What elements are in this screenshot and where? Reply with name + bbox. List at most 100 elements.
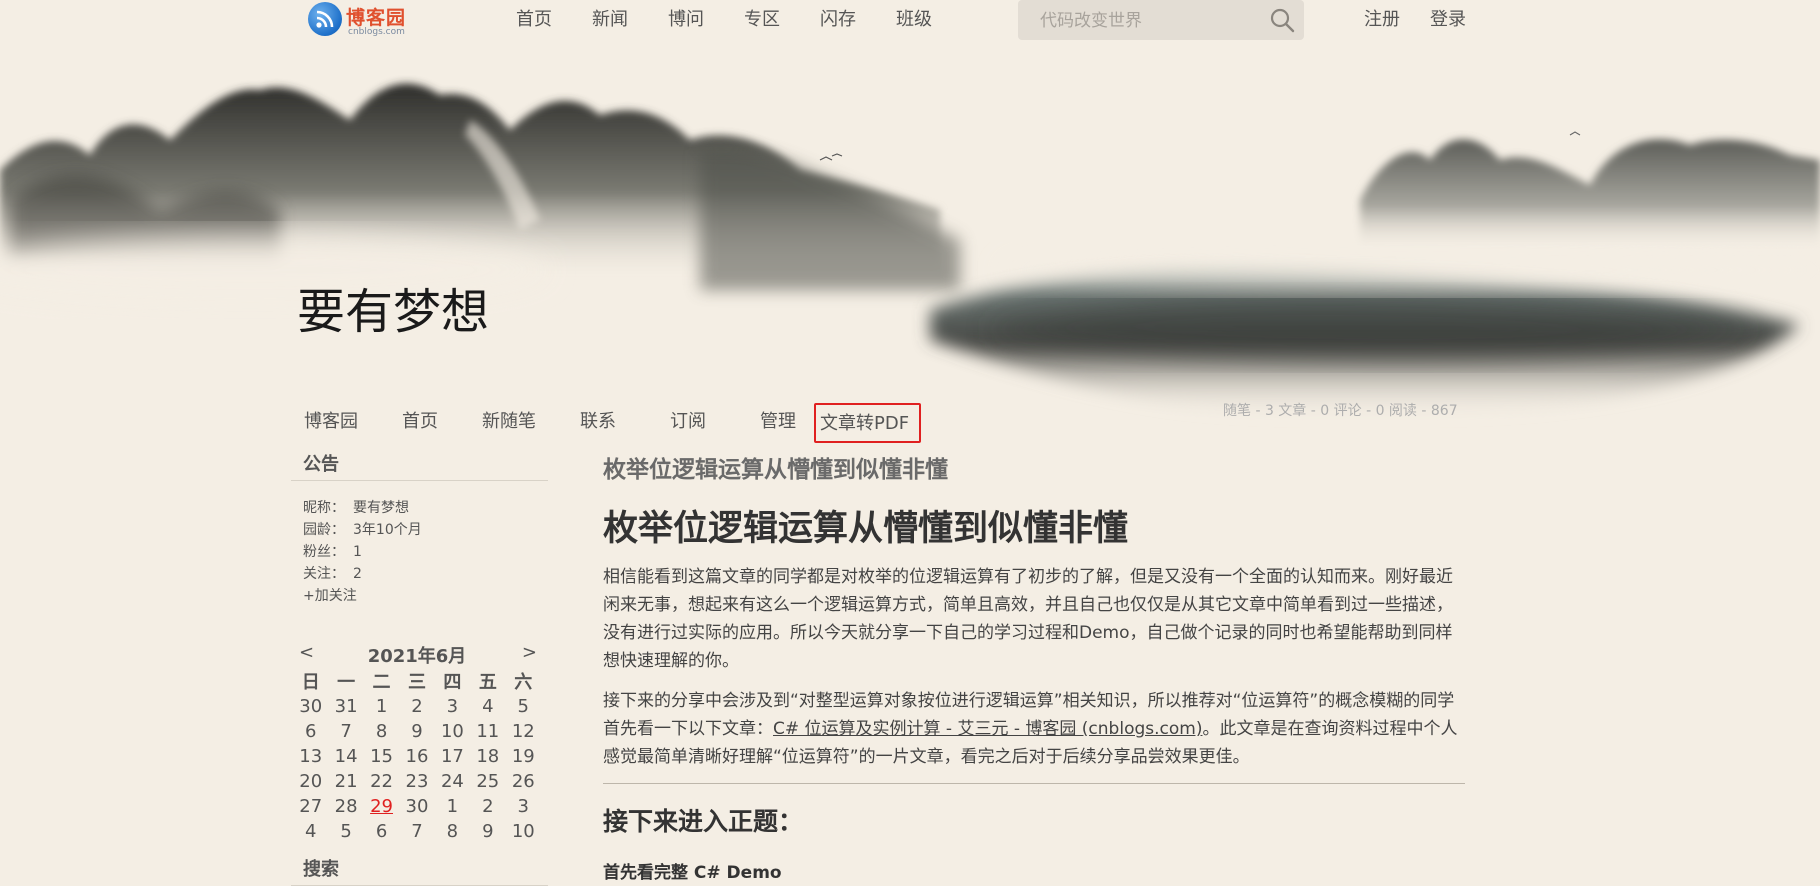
logo-text: 博客园 xyxy=(346,7,407,29)
calendar-month: 2021年6月 xyxy=(367,646,467,667)
profile-label: 昵称： xyxy=(303,500,345,516)
profile-nickname: 昵称： 要有梦想 xyxy=(303,497,548,519)
calendar-header: 2021年6月 < > xyxy=(293,640,541,668)
calendar-day[interactable]: 5 xyxy=(506,694,541,719)
calendar-day[interactable]: 13 xyxy=(293,744,328,769)
calendar-day[interactable]: 30 xyxy=(293,694,328,719)
calendar-day[interactable]: 7 xyxy=(328,719,363,744)
calendar-day[interactable]: 5 xyxy=(328,819,363,844)
site-nav-ing[interactable]: 闪存 xyxy=(820,8,856,32)
blog-header: 要有梦想 博客园 首页 新随笔 联系 订阅 管理 文章转PDF 随笔 - 3 文… xyxy=(0,60,1820,443)
calendar-day[interactable]: 19 xyxy=(506,744,541,769)
profile-label: 园龄： xyxy=(303,522,345,538)
calendar-day[interactable]: 15 xyxy=(364,744,399,769)
sidebar-search-section: 搜索 xyxy=(291,855,548,886)
calendar-next-button[interactable]: > xyxy=(522,642,537,663)
calendar-day[interactable]: 28 xyxy=(328,794,363,819)
blog-nav-to-pdf[interactable]: 文章转PDF xyxy=(814,403,922,443)
blog-title[interactable]: 要有梦想 xyxy=(297,284,489,340)
calendar-day[interactable]: 2 xyxy=(399,694,434,719)
notice-title: 公告 xyxy=(291,450,548,481)
site-nav-zones[interactable]: 专区 xyxy=(744,8,780,32)
site-nav-home[interactable]: 首页 xyxy=(516,8,552,32)
site-logo[interactable]: 博客园 cnblogs.com xyxy=(308,2,418,40)
reference-article-link[interactable]: C# 位运算及实例计算 - 艾三元 - 博客园 (cnblogs.com) xyxy=(773,719,1202,739)
profile-followers-link[interactable]: 1 xyxy=(353,544,362,560)
calendar-day[interactable]: 23 xyxy=(399,769,434,794)
sidebar: 公告 昵称： 要有梦想 园龄： 3年10个月 粉丝： 1 关注： 2 +加关注 2021… xyxy=(291,450,548,886)
blog-stats: 随笔 - 3 文章 - 0 评论 - 0 阅读 - 867 xyxy=(1223,403,1458,419)
calendar-day[interactable]: 3 xyxy=(506,794,541,819)
ink-landscape-image xyxy=(0,83,1820,417)
calendar-day[interactable]: 25 xyxy=(470,769,505,794)
intro-paragraph: 相信能看到这篇文章的同学都是对枚举的位逻辑运算有了初步的了解，但是又没有一个全面… xyxy=(603,567,1453,671)
profile-label: 关注： xyxy=(303,566,345,582)
calendar-day[interactable]: 6 xyxy=(293,719,328,744)
site-nav-class[interactable]: 班级 xyxy=(896,8,932,32)
calendar-day[interactable]: 9 xyxy=(470,819,505,844)
calendar-day[interactable]: 31 xyxy=(328,694,363,719)
calendar-weekday: 三 xyxy=(407,672,426,693)
site-nav: 首页 新闻 博问 专区 闪存 班级 xyxy=(516,8,972,32)
calendar-prev-button[interactable]: < xyxy=(299,642,314,663)
calendar-day[interactable]: 22 xyxy=(364,769,399,794)
calendar-day[interactable]: 21 xyxy=(328,769,363,794)
calendar-day[interactable]: 10 xyxy=(506,819,541,844)
calendar-day[interactable]: 4 xyxy=(293,819,328,844)
calendar-day[interactable]: 14 xyxy=(328,744,363,769)
blog-nav-admin[interactable]: 管理 xyxy=(756,403,800,443)
profile-nickname-link[interactable]: 要有梦想 xyxy=(353,500,409,516)
profile-label: 粉丝： xyxy=(303,544,345,560)
post-title: 枚举位逻辑运算从懵懂到似懂非懂 xyxy=(603,509,1129,549)
calendar-day[interactable]: 29 xyxy=(364,794,399,819)
calendar-day[interactable]: 8 xyxy=(435,819,470,844)
calendar-weekday: 五 xyxy=(478,672,497,693)
calendar-week: 13 14 15 16 17 18 19 xyxy=(293,744,541,769)
calendar-day[interactable]: 1 xyxy=(364,694,399,719)
calendar-day[interactable]: 10 xyxy=(435,719,470,744)
profile-age-link[interactable]: 3年10个月 xyxy=(353,522,422,538)
calendar-day[interactable]: 7 xyxy=(399,819,434,844)
calendar-day[interactable]: 11 xyxy=(470,719,505,744)
blog-nav: 博客园 首页 新随笔 联系 订阅 管理 文章转PDF xyxy=(300,403,922,443)
register-link[interactable]: 注册 xyxy=(1364,8,1400,32)
calendar-day[interactable]: 17 xyxy=(435,744,470,769)
subsection-heading: 首先看完整 C# Demo xyxy=(603,863,782,883)
post-title-link[interactable]: 枚举位逻辑运算从懵懂到似懂非懂 xyxy=(603,455,1465,485)
calendar-day[interactable]: 8 xyxy=(364,719,399,744)
reference-paragraph: 接下来的分享中会涉及到“对整型运算对象按位进行逻辑运算”相关知识，所以推荐对“位… xyxy=(603,687,1465,771)
blog-nav-new-post[interactable]: 新随笔 xyxy=(478,403,540,443)
search-input[interactable] xyxy=(1038,8,1252,34)
logo-subtext: cnblogs.com xyxy=(348,27,405,37)
calendar-day[interactable]: 24 xyxy=(435,769,470,794)
profile-following-link[interactable]: 2 xyxy=(353,566,362,582)
auth-links: 注册 登录 xyxy=(1364,8,1496,32)
calendar-day[interactable]: 1 xyxy=(435,794,470,819)
search-icon[interactable] xyxy=(1269,7,1295,33)
calendar-day[interactable]: 18 xyxy=(470,744,505,769)
follow-button[interactable]: +加关注 xyxy=(303,588,357,604)
calendar-grid: 日一二三四五六 30 31 1 2 3 4 5 6 7 8 9 10 11 12 13 14 15 16 17 18 1… xyxy=(293,668,541,844)
calendar-day[interactable]: 26 xyxy=(506,769,541,794)
profile-followers: 粉丝： 1 xyxy=(303,541,548,563)
calendar-weekday: 四 xyxy=(443,672,462,693)
blog-nav-cnblogs[interactable]: 博客园 xyxy=(300,403,362,443)
blog-nav-subscribe[interactable]: 订阅 xyxy=(666,403,710,443)
calendar-day[interactable]: 12 xyxy=(506,719,541,744)
calendar-day[interactable]: 20 xyxy=(293,769,328,794)
calendar-day[interactable]: 30 xyxy=(399,794,434,819)
site-nav-news[interactable]: 新闻 xyxy=(592,8,628,32)
blog-nav-contact[interactable]: 联系 xyxy=(576,403,620,443)
calendar-day[interactable]: 6 xyxy=(364,819,399,844)
calendar-day[interactable]: 27 xyxy=(293,794,328,819)
calendar-day[interactable]: 4 xyxy=(470,694,505,719)
calendar-day[interactable]: 16 xyxy=(399,744,434,769)
top-bar: 博客园 cnblogs.com 首页 新闻 博问 专区 闪存 班级 注册 登录 xyxy=(0,0,1820,42)
login-link[interactable]: 登录 xyxy=(1430,8,1466,32)
calendar-day[interactable]: 2 xyxy=(470,794,505,819)
calendar-day[interactable]: 9 xyxy=(399,719,434,744)
profile-following: 关注： 2 xyxy=(303,563,548,585)
calendar-day[interactable]: 3 xyxy=(435,694,470,719)
site-nav-questions[interactable]: 博问 xyxy=(668,8,704,32)
blog-nav-home[interactable]: 首页 xyxy=(398,403,442,443)
